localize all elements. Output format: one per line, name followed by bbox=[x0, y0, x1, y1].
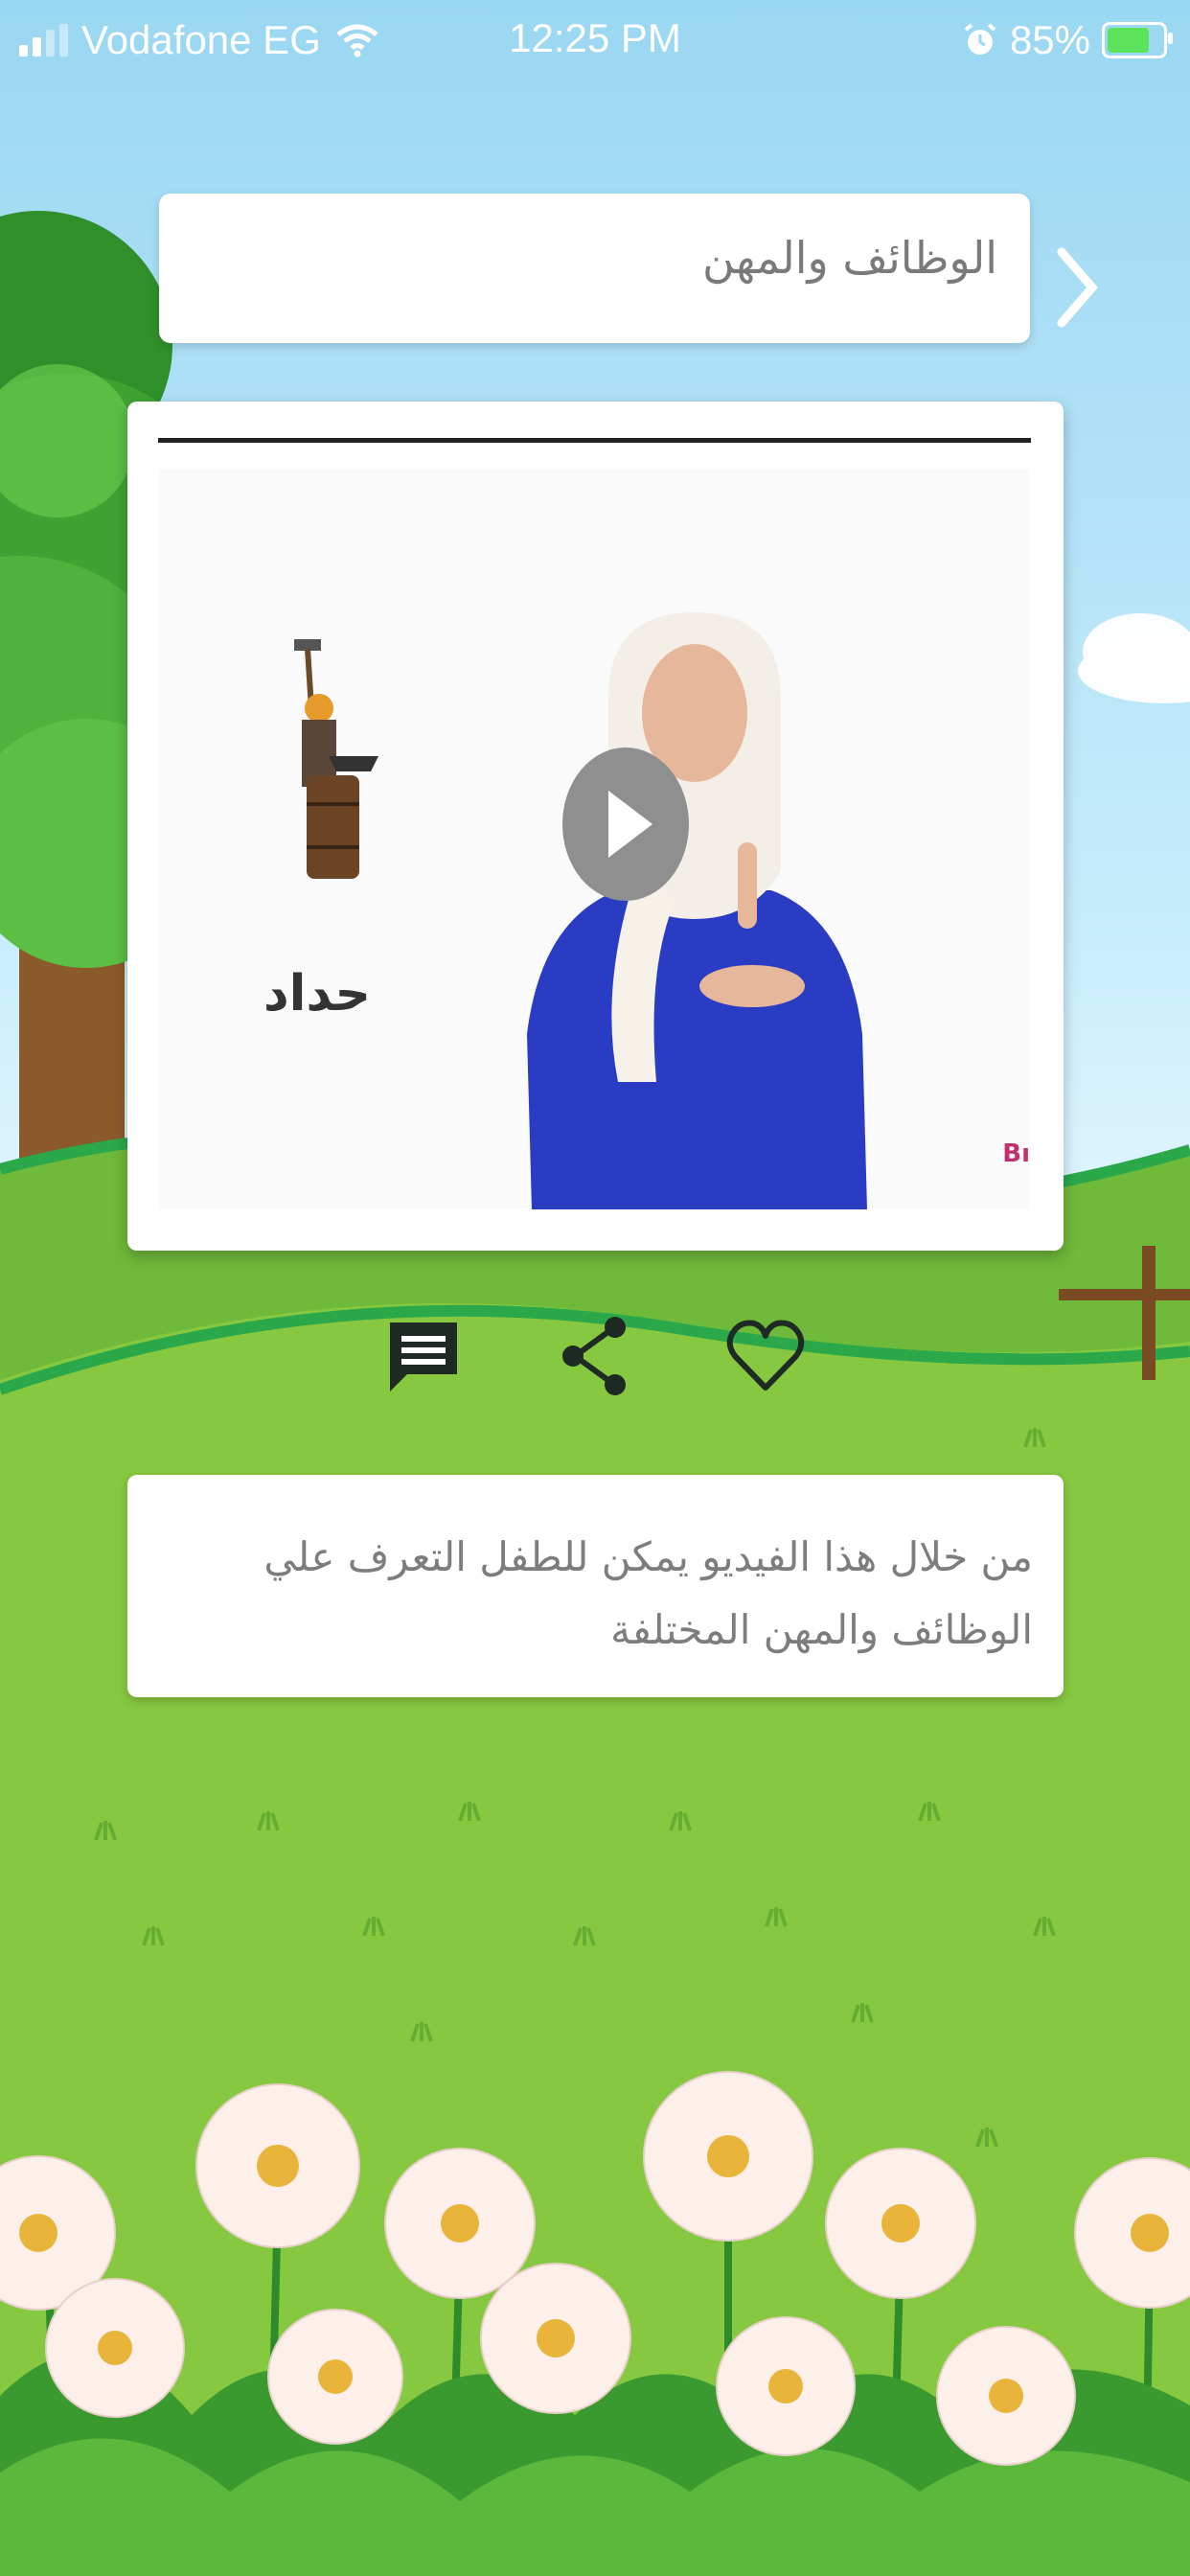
battery-percent: 85% bbox=[1009, 17, 1090, 62]
heart-icon[interactable] bbox=[724, 1315, 807, 1397]
thumbnail-brand: Bı bbox=[1002, 1139, 1030, 1168]
category-title-card: الوظائف والمهن bbox=[159, 194, 1030, 343]
description-card: من خلال هذا الفيديو يمكن للطفل التعرف عل… bbox=[127, 1475, 1064, 1697]
video-thumbnail bbox=[158, 469, 1030, 1209]
action-bar bbox=[0, 1315, 1190, 1411]
landscape-illustration bbox=[0, 211, 1190, 2576]
video-card: حداد Bı bbox=[127, 402, 1064, 1251]
video-progress-line bbox=[158, 438, 1031, 443]
video-player[interactable]: حداد Bı bbox=[158, 469, 1030, 1209]
alarm-icon bbox=[964, 23, 996, 55]
category-title: الوظائف والمهن bbox=[701, 232, 997, 284]
share-icon[interactable] bbox=[554, 1315, 636, 1397]
background-scene bbox=[0, 0, 1190, 2576]
comment-icon[interactable] bbox=[382, 1315, 465, 1397]
thumbnail-word: حداد bbox=[263, 965, 372, 1023]
battery-charging-icon bbox=[1102, 22, 1173, 58]
video-description: من خلال هذا الفيديو يمكن للطفل التعرف عل… bbox=[263, 1533, 1033, 1653]
play-icon[interactable] bbox=[532, 681, 658, 835]
chevron-right-icon[interactable] bbox=[1054, 244, 1100, 331]
status-bar: Vodafone EG 12:25 PM 85% bbox=[0, 0, 1190, 80]
